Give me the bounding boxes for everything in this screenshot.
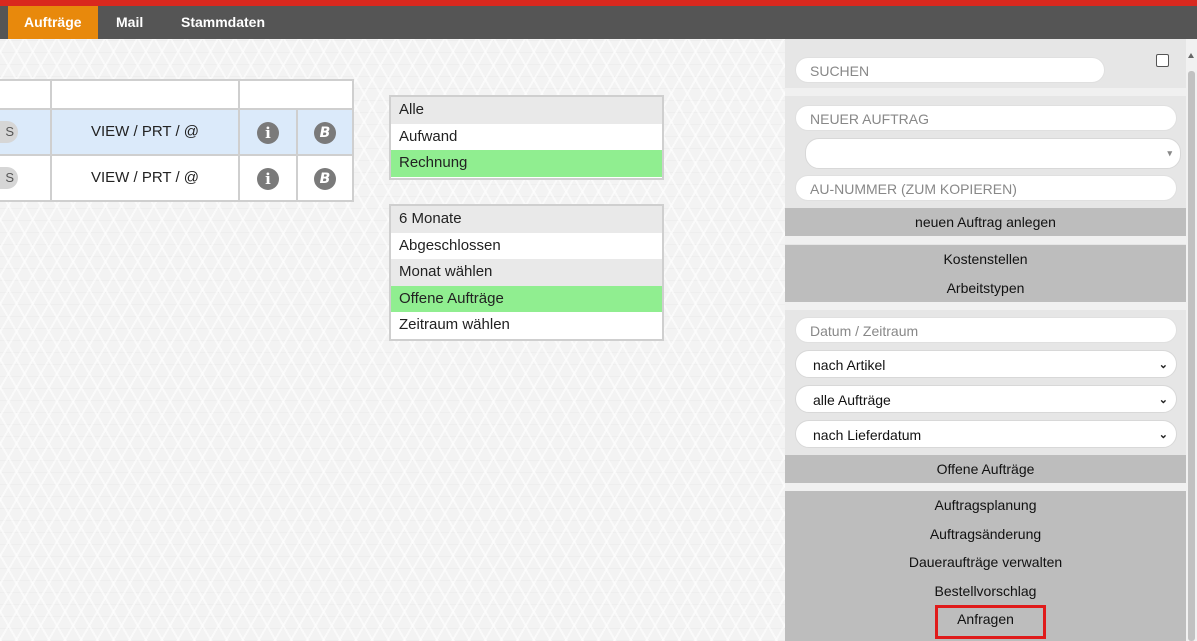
settings-block: Kostenstellen Arbeitstypen xyxy=(785,245,1186,302)
table-row: S xyxy=(0,154,52,202)
right-sidebar-panel: SUCHEN NEUER AUFTRAG ▾ AU-NUMMER (ZUM KO… xyxy=(785,39,1186,641)
b-badge-icon[interactable]: B xyxy=(314,122,336,144)
filter-item-abgeschlossen[interactable]: Abgeschlossen xyxy=(391,233,662,260)
b-cell[interactable]: B xyxy=(296,154,354,202)
open-orders-button[interactable]: Offene Aufträge xyxy=(785,455,1186,483)
orders-select[interactable]: alle Aufträge ⌄ xyxy=(795,385,1177,413)
scrollbar-thumb[interactable] xyxy=(1188,71,1195,641)
info-icon[interactable]: i xyxy=(257,168,279,190)
view-print-mail-link[interactable]: VIEW / PRT / @ xyxy=(91,169,199,186)
info-cell[interactable]: i xyxy=(238,108,298,156)
arbeitstypen-button[interactable]: Arbeitstypen xyxy=(785,274,1186,303)
tab-stammdaten[interactable]: Stammdaten xyxy=(165,6,281,39)
time-filter-list: 6 Monate Abgeschlossen Monat wählen Offe… xyxy=(389,204,664,341)
table-header-cell xyxy=(238,79,354,110)
au-number-input[interactable]: AU-NUMMER (ZUM KOPIEREN) xyxy=(795,175,1177,201)
status-stub[interactable]: S xyxy=(0,121,18,143)
delivery-date-select[interactable]: nach Lieferdatum ⌄ xyxy=(795,420,1177,448)
chevron-down-icon: ⌄ xyxy=(1158,359,1168,371)
top-navigation: Aufträge Mail Stammdaten xyxy=(0,6,1197,39)
filter-item-zeitraum-waehlen[interactable]: Zeitraum wählen xyxy=(391,312,662,339)
menu-bestellvorschlag[interactable]: Bestellvorschlag xyxy=(785,577,1186,606)
create-order-button[interactable]: neuen Auftrag anlegen xyxy=(785,208,1186,236)
filter-item-offene-auftraege[interactable]: Offene Aufträge xyxy=(391,285,662,312)
divider xyxy=(785,88,1186,96)
b-cell[interactable]: B xyxy=(296,108,354,156)
menu-auftragsplanung[interactable]: Auftragsplanung xyxy=(785,491,1186,520)
type-filter-list: Alle Aufwand Rechnung xyxy=(389,95,664,180)
menu-dauerauftraege[interactable]: Daueraufträge verwalten xyxy=(785,548,1186,577)
new-order-input[interactable]: NEUER AUFTRAG xyxy=(795,105,1177,131)
panel-scrollbar[interactable] xyxy=(1186,39,1197,641)
article-select-value: nach Artikel xyxy=(813,357,886,373)
filter-item-aufwand[interactable]: Aufwand xyxy=(391,124,662,151)
divider xyxy=(785,483,1186,491)
chevron-down-icon: ⌄ xyxy=(1158,394,1168,406)
chevron-down-icon: ⌄ xyxy=(1158,429,1168,441)
status-stub[interactable]: S xyxy=(0,167,18,189)
actions-cell[interactable]: VIEW / PRT / @ xyxy=(50,154,240,202)
divider xyxy=(785,302,1186,310)
kostenstellen-button[interactable]: Kostenstellen xyxy=(785,245,1186,274)
panel-checkbox[interactable] xyxy=(1156,54,1169,67)
tab-auftraege[interactable]: Aufträge xyxy=(8,6,98,39)
search-input[interactable]: SUCHEN xyxy=(795,57,1105,83)
scroll-up-icon[interactable] xyxy=(1188,53,1194,58)
tab-mail[interactable]: Mail xyxy=(100,6,159,39)
menu-auftragsaenderung[interactable]: Auftragsänderung xyxy=(785,520,1186,549)
actions-cell[interactable]: VIEW / PRT / @ xyxy=(50,108,240,156)
divider xyxy=(785,236,1186,244)
table-header-cell xyxy=(0,79,52,110)
orders-select-value: alle Aufträge xyxy=(813,392,891,408)
b-badge-icon[interactable]: B xyxy=(314,168,336,190)
table-header-cell xyxy=(50,79,240,110)
filter-item-monat-waehlen[interactable]: Monat wählen xyxy=(391,259,662,286)
article-select[interactable]: nach Artikel ⌄ xyxy=(795,350,1177,378)
filter-item-rechnung[interactable]: Rechnung xyxy=(391,150,662,177)
view-print-mail-link[interactable]: VIEW / PRT / @ xyxy=(91,123,199,140)
new-order-select[interactable]: ▾ xyxy=(805,138,1181,169)
table-row: S xyxy=(0,108,52,156)
info-cell[interactable]: i xyxy=(238,154,298,202)
highlight-outline xyxy=(935,605,1046,639)
chevron-down-icon: ▾ xyxy=(1167,148,1172,158)
filter-item-6-monate[interactable]: 6 Monate xyxy=(391,206,662,233)
date-range-input[interactable]: Datum / Zeitraum xyxy=(795,317,1177,343)
filter-item-alle[interactable]: Alle xyxy=(391,97,662,124)
delivery-date-select-value: nach Lieferdatum xyxy=(813,427,922,443)
info-icon[interactable]: i xyxy=(257,122,279,144)
